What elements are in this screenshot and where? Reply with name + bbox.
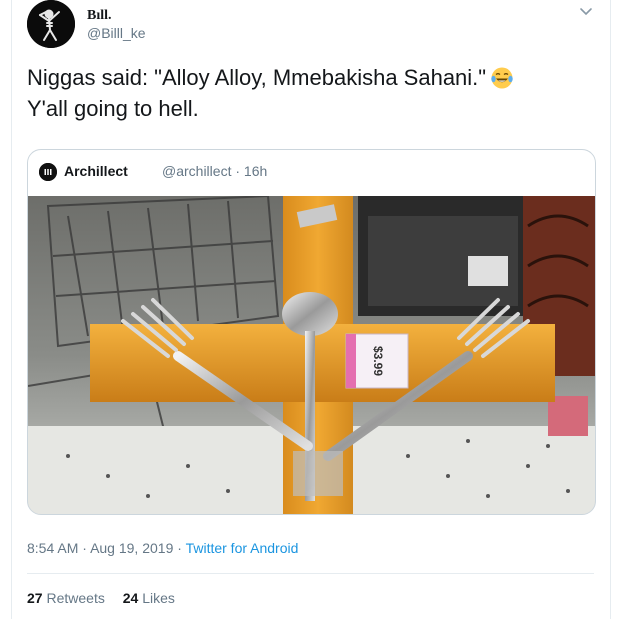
author-avatar[interactable] bbox=[27, 0, 75, 48]
chevron-down-icon[interactable] bbox=[579, 5, 593, 19]
divider bbox=[27, 573, 594, 574]
tweet-timestamp: 8:54 AM · Aug 19, 2019 · Twitter for And… bbox=[27, 540, 298, 556]
tweet-time[interactable]: 8:54 AM bbox=[27, 540, 78, 556]
archillect-logo-icon bbox=[39, 163, 57, 181]
retweets-stat[interactable]: 27 Retweets bbox=[27, 590, 109, 606]
source-link[interactable]: Twitter for Android bbox=[186, 540, 299, 556]
dabbing-skeleton-avatar-icon bbox=[27, 0, 75, 48]
price-tag-label: $3.99 bbox=[371, 346, 385, 376]
tweet-text: Niggas said: "Alloy Alloy, Mmebakisha Sa… bbox=[27, 62, 587, 124]
quoted-author-name[interactable]: Archillect bbox=[64, 163, 128, 179]
timestamp-separator: · bbox=[82, 540, 87, 556]
tweet-text-line-2: Y'all going to hell. bbox=[27, 96, 199, 121]
quoted-tweet[interactable]: Archillect @archillect · 16h $3.99 bbox=[27, 149, 596, 515]
face-with-tears-of-joy-icon bbox=[491, 67, 513, 89]
tweet-text-line-1: Niggas said: "Alloy Alloy, Mmebakisha Sa… bbox=[27, 65, 487, 90]
author-handle[interactable]: @Billl_ke bbox=[87, 25, 146, 41]
quoted-photo[interactable]: $3.99 bbox=[28, 196, 595, 514]
likes-count: 24 bbox=[122, 590, 139, 606]
author-name[interactable]: Bıll. bbox=[87, 8, 112, 24]
tweet-stats: 27 Retweets 24 Likes bbox=[27, 590, 189, 606]
quoted-meta: @archillect · 16h bbox=[162, 163, 267, 179]
retweets-label: Retweets bbox=[46, 590, 105, 606]
tweet-date[interactable]: Aug 19, 2019 bbox=[90, 540, 173, 556]
likes-stat[interactable]: 24 Likes bbox=[123, 590, 175, 606]
timestamp-separator: · bbox=[177, 540, 182, 556]
retweets-count: 27 bbox=[27, 590, 43, 606]
quoted-author-avatar[interactable] bbox=[39, 163, 57, 181]
likes-label: Likes bbox=[142, 590, 175, 606]
quoted-age[interactable]: 16h bbox=[244, 163, 267, 179]
quoted-separator: · bbox=[235, 163, 241, 179]
quoted-author-handle[interactable]: @archillect bbox=[162, 163, 231, 179]
